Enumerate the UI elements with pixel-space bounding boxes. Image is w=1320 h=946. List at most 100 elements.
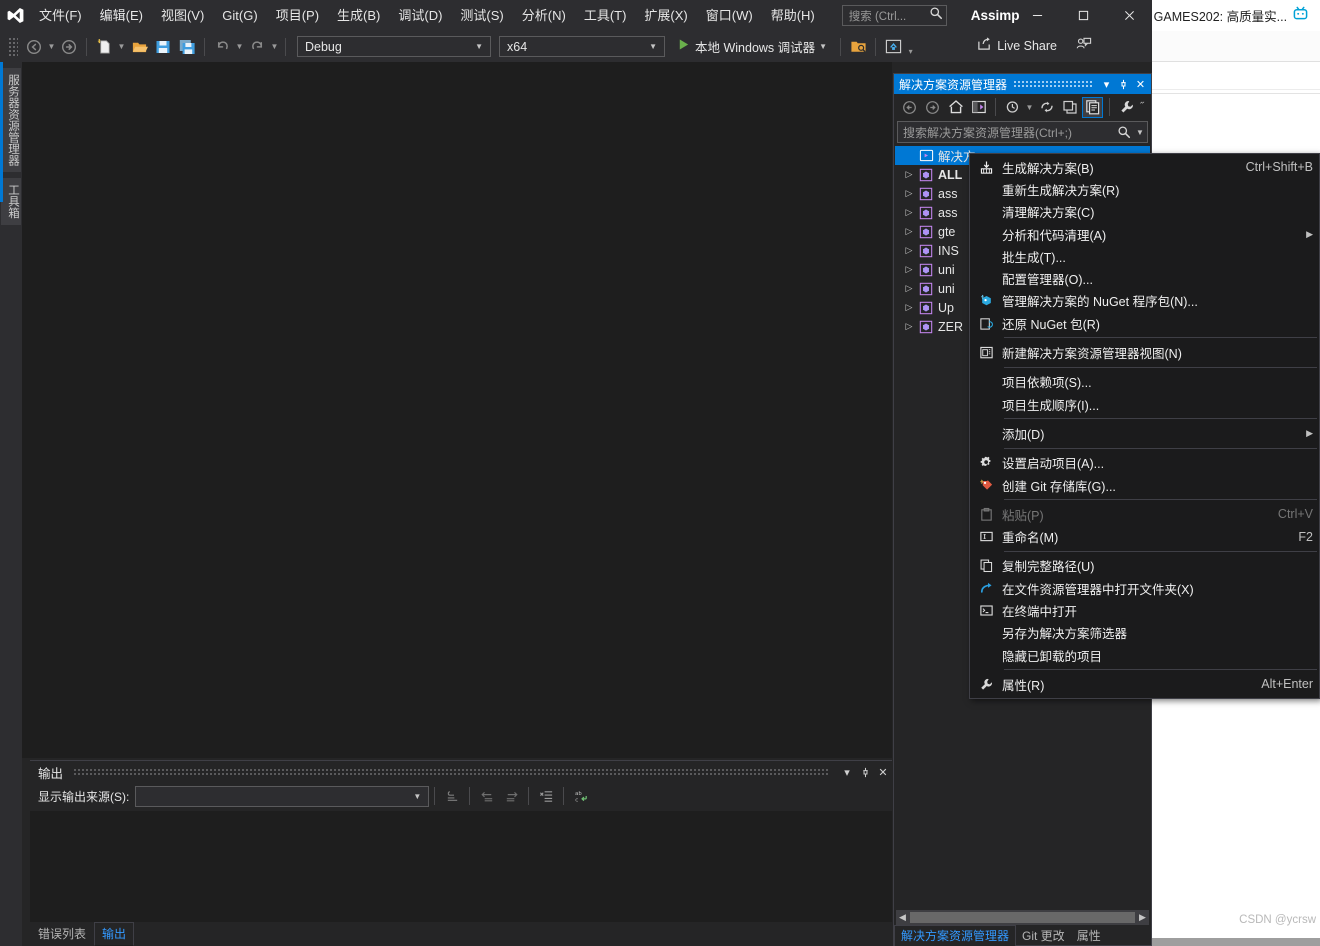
go-to-next-icon[interactable]: [500, 785, 522, 807]
pin-icon[interactable]: [1115, 75, 1132, 93]
scroll-left-icon[interactable]: ◀: [896, 912, 909, 923]
ctx-clean-solution[interactable]: 清理解决方案(C): [970, 201, 1319, 223]
configuration-combo[interactable]: Debug ▼: [297, 36, 491, 57]
platform-combo[interactable]: x64 ▼: [499, 36, 665, 57]
menu-git[interactable]: Git(G): [213, 0, 266, 31]
back-icon[interactable]: [899, 97, 920, 118]
solution-explorer-drag-handle[interactable]: [1013, 80, 1092, 88]
ctx-rebuild-solution[interactable]: 重新生成解决方案(R): [970, 178, 1319, 200]
solution-explorer-dropdown-button[interactable]: ▾: [1098, 75, 1115, 93]
tab-git-changes[interactable]: Git 更改: [1016, 926, 1071, 945]
menu-project[interactable]: 项目(P): [267, 0, 328, 31]
save-all-icon[interactable]: [176, 36, 198, 58]
ctx-copy-full-path[interactable]: 复制完整路径(U): [970, 555, 1319, 577]
tab-output[interactable]: 输出: [94, 922, 135, 946]
home-icon[interactable]: [945, 97, 966, 118]
undo-dropdown-icon[interactable]: ▼: [234, 42, 245, 51]
word-wrap-icon[interactable]: ab c: [570, 785, 592, 807]
browser-tab-title[interactable]: GAMES202: 高质量实...: [1154, 6, 1287, 25]
tree-expander[interactable]: ▷: [901, 283, 917, 294]
menu-edit[interactable]: 编辑(E): [91, 0, 152, 31]
open-file-icon[interactable]: [128, 36, 150, 58]
ctx-batch-build[interactable]: 批生成(T)...: [970, 245, 1319, 267]
ctx-open-in-terminal[interactable]: 在终端中打开: [970, 599, 1319, 621]
save-icon[interactable]: [152, 36, 174, 58]
ctx-save-as-solution-filter[interactable]: 另存为解决方案筛选器: [970, 622, 1319, 644]
pending-changes-icon[interactable]: [1002, 97, 1023, 118]
output-source-combo[interactable]: ▼: [135, 785, 430, 807]
menu-analyze[interactable]: 分析(N): [513, 0, 575, 31]
run-target-dropdown-icon[interactable]: ▼: [815, 42, 831, 51]
toolbar-grip[interactable]: [8, 36, 18, 57]
tab-error-list[interactable]: 错误列表: [30, 922, 94, 946]
ctx-new-solution-explorer-view[interactable]: 新建解决方案资源管理器视图(N): [970, 341, 1319, 363]
output-panel-dropdown-button[interactable]: ▾: [838, 763, 856, 781]
live-visual-tree-icon[interactable]: [882, 36, 904, 58]
tab-solution-explorer[interactable]: 解决方案资源管理器: [894, 924, 1017, 946]
start-debug-button[interactable]: 本地 Windows 调试器 ▼: [673, 35, 835, 58]
browser-address-bar[interactable]: [1145, 31, 1320, 62]
toggle-messages-icon[interactable]: [535, 785, 557, 807]
show-all-files-icon[interactable]: [1082, 96, 1103, 118]
tree-expander[interactable]: ▷: [901, 226, 917, 237]
menu-debug[interactable]: 调试(D): [389, 0, 451, 31]
startup-project-icon[interactable]: [847, 36, 869, 58]
navigate-back-icon[interactable]: [23, 36, 45, 58]
ctx-add[interactable]: 添加(D) ▶: [970, 422, 1319, 444]
scroll-right-icon[interactable]: ▶: [1136, 912, 1149, 923]
solution-explorer-search-input[interactable]: 搜索解决方案资源管理器(Ctrl+;) ▼: [897, 121, 1148, 143]
collapse-all-icon[interactable]: [1059, 97, 1080, 118]
solution-explorer-horizontal-scrollbar[interactable]: ◀ ▶: [896, 910, 1149, 925]
tree-expander[interactable]: ▷: [901, 302, 917, 313]
new-item-icon[interactable]: [93, 36, 115, 58]
refresh-icon[interactable]: [1036, 97, 1057, 118]
ctx-project-build-order[interactable]: 项目生成顺序(I)...: [970, 393, 1319, 415]
tree-expander[interactable]: ▷: [901, 169, 917, 180]
tab-properties[interactable]: 属性: [1071, 926, 1107, 945]
pending-changes-dropdown-icon[interactable]: ▼: [1024, 103, 1035, 112]
ctx-manage-nuget-packages[interactable]: 管理解决方案的 NuGet 程序包(N)...: [970, 290, 1319, 312]
new-item-dropdown-icon[interactable]: ▼: [116, 42, 127, 51]
ctx-project-dependencies[interactable]: 项目依赖项(S)...: [970, 371, 1319, 393]
tree-expander[interactable]: ▷: [901, 207, 917, 218]
forward-icon[interactable]: [922, 97, 943, 118]
solution-explorer-icon[interactable]: [968, 97, 989, 118]
menu-window[interactable]: 窗口(W): [697, 0, 762, 31]
undo-icon[interactable]: [211, 36, 233, 58]
output-text-area[interactable]: [30, 811, 892, 922]
overflow-icon[interactable]: ˝: [1140, 101, 1144, 113]
properties-wrench-icon[interactable]: [1116, 97, 1137, 118]
browser-bookmarks-bar[interactable]: [1145, 62, 1320, 90]
menu-test[interactable]: 测试(S): [451, 0, 512, 31]
output-panel-drag-handle[interactable]: [73, 768, 828, 776]
menu-extensions[interactable]: 扩展(X): [635, 0, 696, 31]
ctx-configuration-manager[interactable]: 配置管理器(O)...: [970, 267, 1319, 289]
ctx-create-git-repository[interactable]: 创建 Git 存储库(G)...: [970, 474, 1319, 496]
ctx-properties[interactable]: 属性(R) Alt+Enter: [970, 673, 1319, 695]
pin-icon[interactable]: [856, 763, 874, 781]
close-button[interactable]: [1106, 0, 1152, 31]
menu-tools[interactable]: 工具(T): [575, 0, 636, 31]
navigate-back-dropdown-icon[interactable]: ▼: [46, 42, 57, 51]
redo-dropdown-icon[interactable]: ▼: [269, 42, 280, 51]
ctx-analyze-and-code-cleanup[interactable]: 分析和代码清理(A) ▶: [970, 223, 1319, 245]
maximize-button[interactable]: [1060, 0, 1106, 31]
menu-view[interactable]: 视图(V): [152, 0, 213, 31]
redo-icon[interactable]: [246, 36, 268, 58]
scrollbar-thumb[interactable]: [910, 912, 1135, 923]
output-panel-close-button[interactable]: ✕: [874, 763, 892, 781]
global-search-input[interactable]: 搜索 (Ctrl...: [841, 5, 947, 26]
solution-explorer-close-button[interactable]: ✕: [1132, 75, 1149, 93]
send-feedback-icon[interactable]: [1075, 36, 1092, 58]
tree-expander[interactable]: ▷: [901, 245, 917, 256]
live-share-button[interactable]: Live Share: [977, 36, 1057, 56]
ctx-hide-unloaded-projects[interactable]: 隐藏已卸载的项目: [970, 644, 1319, 666]
browser-tab-strip[interactable]: › GAMES202: 高质量实...: [1145, 0, 1320, 31]
ctx-open-folder-in-file-explorer[interactable]: 在文件资源管理器中打开文件夹(X): [970, 577, 1319, 599]
menu-file[interactable]: 文件(F): [30, 0, 91, 31]
chevron-down-icon[interactable]: ▼: [1133, 128, 1147, 137]
navigate-forward-icon[interactable]: [58, 36, 80, 58]
sidebar-tab-toolbox[interactable]: 工具箱: [1, 178, 21, 225]
minimize-button[interactable]: [1014, 0, 1060, 31]
menu-help[interactable]: 帮助(H): [762, 0, 824, 31]
